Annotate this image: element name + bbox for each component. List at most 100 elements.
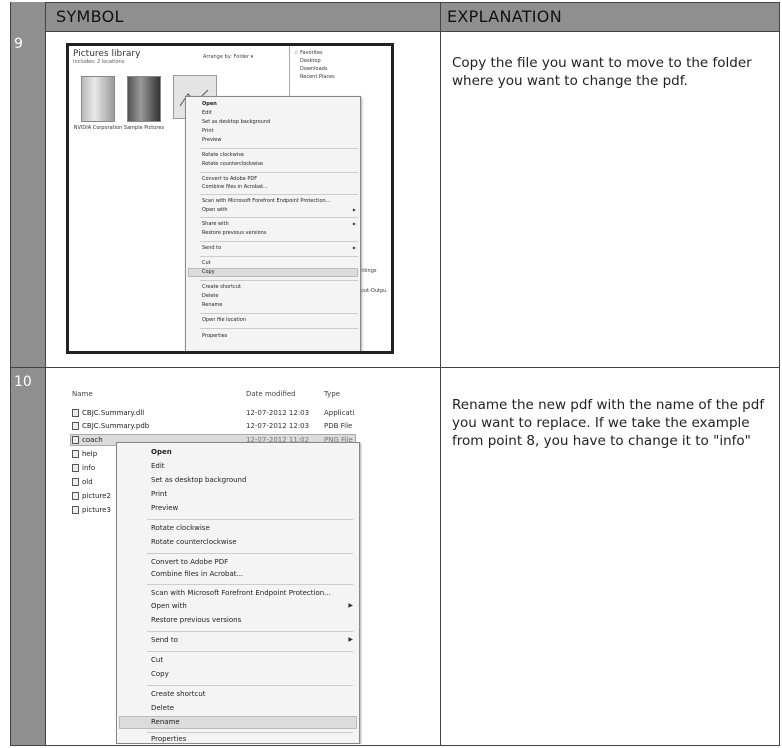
- file-explorer-screenshot: Name Date modified Type CBJC.Summary.dll…: [66, 384, 362, 744]
- menu-separator: [147, 553, 353, 554]
- menu-separator: [200, 328, 358, 329]
- menu-rotate-clockwise[interactable]: Rotate clockwise: [202, 152, 244, 158]
- menu-cut[interactable]: Cut: [151, 656, 163, 664]
- menu-properties[interactable]: Properties: [202, 333, 227, 339]
- file-icon: [72, 492, 79, 500]
- menu-create-shortcut[interactable]: Create shortcut: [202, 284, 241, 290]
- header-explanation: EXPLANATION: [447, 7, 562, 26]
- menu-separator: [200, 241, 358, 242]
- menu-separator: [147, 631, 353, 632]
- menu-open-file-location[interactable]: Open file location: [202, 317, 246, 323]
- menu-open[interactable]: Open: [151, 448, 172, 456]
- menu-rename[interactable]: Rename: [202, 302, 223, 308]
- menu-combine-files[interactable]: Combine files in Acrobat...: [202, 184, 268, 190]
- file-name[interactable]: CBJC.Summary.pdb: [82, 422, 149, 430]
- menu-separator: [200, 313, 358, 314]
- row-10-explanation: Rename the new pdf with the name of the …: [452, 397, 765, 449]
- file-icon: [72, 436, 79, 444]
- menu-delete[interactable]: Delete: [202, 293, 218, 299]
- menu-restore-previous[interactable]: Restore previous versions: [151, 616, 241, 624]
- submenu-arrow-icon: ▶: [352, 245, 356, 250]
- menu-open[interactable]: Open: [202, 101, 217, 107]
- menu-preview[interactable]: Preview: [202, 137, 221, 143]
- file-name[interactable]: old: [82, 478, 93, 486]
- column-name[interactable]: Name: [72, 390, 93, 398]
- menu-separator: [200, 148, 358, 149]
- menu-send-to[interactable]: Send to: [151, 636, 178, 644]
- file-icon: [72, 409, 79, 417]
- menu-send-to[interactable]: Send to: [202, 245, 221, 251]
- row-number-9: 9: [14, 36, 23, 52]
- menu-restore-previous[interactable]: Restore previous versions: [202, 230, 266, 236]
- menu-copy[interactable]: Copy: [151, 670, 169, 678]
- menu-edit[interactable]: Edit: [151, 462, 165, 470]
- nav-downloads[interactable]: Downloads: [300, 66, 327, 72]
- menu-rotate-clockwise[interactable]: Rotate clockwise: [151, 524, 210, 532]
- menu-convert-to-pdf[interactable]: Convert to Adobe PDF: [151, 558, 228, 566]
- menu-separator: [147, 685, 353, 686]
- menu-properties[interactable]: Properties: [151, 735, 186, 743]
- menu-delete[interactable]: Delete: [151, 704, 174, 712]
- menu-cut[interactable]: Cut: [202, 260, 211, 266]
- pictures-library-screenshot: Pictures library Includes: 2 locations A…: [66, 43, 394, 354]
- file-icon: [72, 464, 79, 472]
- file-name[interactable]: picture2: [82, 492, 111, 500]
- table-row-divider: [10, 367, 780, 368]
- menu-separator: [200, 256, 358, 257]
- submenu-arrow-icon: ▶: [348, 636, 353, 643]
- file-icon: [72, 422, 79, 430]
- nav-favorites[interactable]: ☆ Favorites: [294, 50, 323, 56]
- file-name-selected[interactable]: coach: [82, 436, 103, 444]
- menu-scan-forefront[interactable]: Scan with Microsoft Forefront Endpoint P…: [202, 198, 330, 204]
- nav-recent-places[interactable]: Recent Places: [300, 74, 335, 80]
- folder-label-sample-pictures: Sample Pictures: [123, 125, 165, 131]
- menu-rotate-counterclockwise[interactable]: Rotate counterclockwise: [202, 161, 263, 167]
- nav-desktop[interactable]: Desktop: [300, 58, 321, 64]
- menu-set-desktop-background[interactable]: Set as desktop background: [202, 119, 270, 125]
- submenu-arrow-icon: ▶: [352, 207, 356, 212]
- arrange-by-dropdown[interactable]: Arrange by: Folder ▾: [203, 54, 253, 60]
- menu-convert-to-pdf[interactable]: Convert to Adobe PDF: [202, 176, 257, 182]
- folder-icon: [127, 76, 161, 122]
- file-date: 12-07-2012 12:03: [246, 409, 310, 417]
- menu-rotate-counterclockwise[interactable]: Rotate counterclockwise: [151, 538, 237, 546]
- menu-scan-forefront[interactable]: Scan with Microsoft Forefront Endpoint P…: [151, 589, 331, 597]
- file-icon: [72, 450, 79, 458]
- file-icon: [72, 478, 79, 486]
- table-border-bottom: [10, 745, 780, 746]
- menu-separator: [200, 217, 358, 218]
- file-name[interactable]: CBJC.Summary.dll: [82, 409, 144, 417]
- menu-print[interactable]: Print: [151, 490, 167, 498]
- submenu-arrow-icon: ▶: [348, 602, 353, 609]
- menu-open-with[interactable]: Open with: [151, 602, 187, 610]
- menu-copy[interactable]: Copy: [202, 269, 215, 275]
- file-name[interactable]: help: [82, 450, 97, 458]
- library-subtitle: Includes: 2 locations: [73, 59, 125, 65]
- file-date: 12-07-2012 12:03: [246, 422, 310, 430]
- context-menu: Open Edit Set as desktop background Prin…: [185, 96, 361, 351]
- menu-edit[interactable]: Edit: [202, 110, 212, 116]
- menu-set-desktop-background[interactable]: Set as desktop background: [151, 476, 246, 484]
- file-type: PDB File: [324, 422, 353, 430]
- menu-open-with[interactable]: Open with: [202, 207, 228, 213]
- menu-share-with[interactable]: Share with: [202, 221, 229, 227]
- menu-separator: [200, 280, 358, 281]
- menu-separator: [200, 194, 358, 195]
- file-type: Applicati: [324, 409, 355, 417]
- menu-separator: [147, 519, 353, 520]
- folder-icon: [81, 76, 115, 122]
- file-name[interactable]: picture3: [82, 506, 111, 514]
- menu-rename[interactable]: Rename: [151, 718, 180, 726]
- menu-combine-files[interactable]: Combine files in Acrobat...: [151, 570, 243, 578]
- file-name[interactable]: info: [82, 464, 95, 472]
- menu-preview[interactable]: Preview: [151, 504, 178, 512]
- menu-print[interactable]: Print: [202, 128, 214, 134]
- table-divider-column: [440, 2, 441, 746]
- column-date[interactable]: Date modified: [246, 390, 296, 398]
- column-type[interactable]: Type: [324, 390, 340, 398]
- row-9-explanation: Copy the file you want to move to the fo…: [452, 55, 752, 89]
- context-menu: Open Edit Set as desktop background Prin…: [116, 442, 360, 744]
- file-icon: [72, 506, 79, 514]
- submenu-arrow-icon: ▶: [352, 221, 356, 226]
- menu-create-shortcut[interactable]: Create shortcut: [151, 690, 206, 698]
